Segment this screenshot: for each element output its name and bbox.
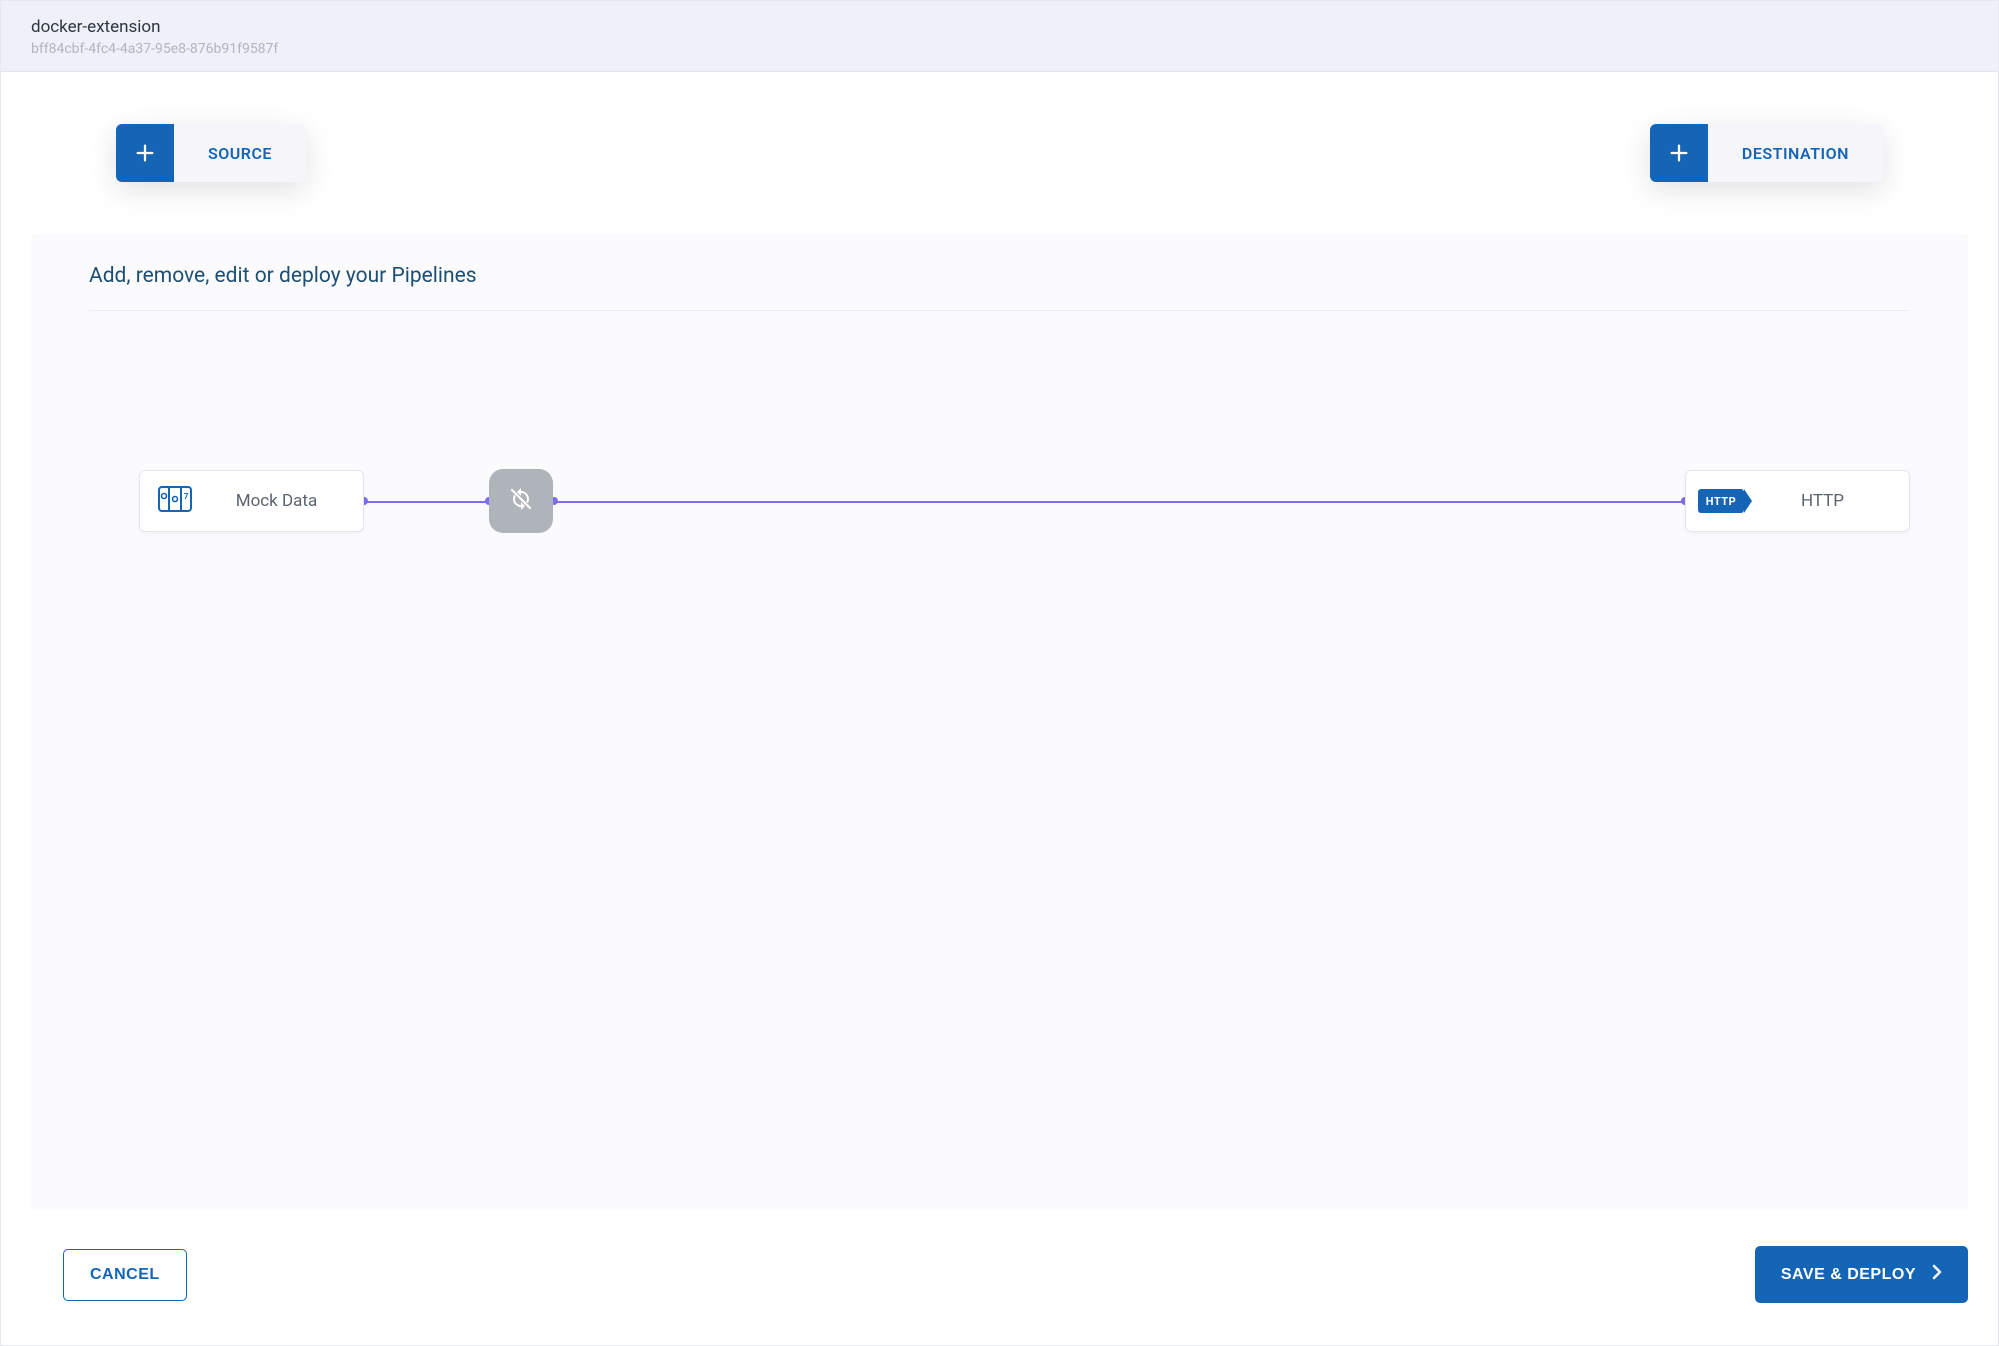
pipeline-edge bbox=[554, 501, 1685, 503]
plus-icon bbox=[116, 124, 174, 182]
save-deploy-label: SAVE & DEPLOY bbox=[1781, 1266, 1916, 1284]
pipeline-canvas: 7 Mock Data HTTP bbox=[89, 331, 1910, 671]
add-source-button[interactable]: SOURCE bbox=[116, 124, 306, 182]
chevron-right-icon bbox=[1932, 1264, 1942, 1285]
footer: CANCEL SAVE & DEPLOY bbox=[1, 1210, 1998, 1345]
add-destination-button[interactable]: DESTINATION bbox=[1650, 124, 1883, 182]
sync-disabled-icon bbox=[509, 487, 533, 515]
pipeline-destination-node[interactable]: HTTP HTTP bbox=[1685, 470, 1910, 532]
pipeline-edge bbox=[364, 501, 489, 503]
pipeline-transform-node[interactable] bbox=[489, 469, 553, 533]
pipeline-source-node[interactable]: 7 Mock Data bbox=[139, 470, 364, 532]
pipelines-panel: Add, remove, edit or deploy your Pipelin… bbox=[31, 234, 1968, 1210]
plus-icon bbox=[1650, 124, 1708, 182]
cancel-button[interactable]: CANCEL bbox=[63, 1249, 187, 1301]
add-destination-label: DESTINATION bbox=[1708, 144, 1883, 163]
pipeline-destination-label: HTTP bbox=[1756, 491, 1909, 511]
save-deploy-button[interactable]: SAVE & DEPLOY bbox=[1755, 1246, 1968, 1303]
svg-text:7: 7 bbox=[184, 492, 189, 501]
toolbar: SOURCE DESTINATION bbox=[1, 72, 1998, 182]
pipeline-source-label: Mock Data bbox=[210, 491, 363, 511]
http-icon: HTTP bbox=[1698, 489, 1744, 513]
page-subtitle-uuid: bff84cbf-4fc4-4a37-95e8-876b91f9587f bbox=[31, 41, 1968, 57]
add-source-label: SOURCE bbox=[174, 144, 306, 163]
page-header: docker-extension bff84cbf-4fc4-4a37-95e8… bbox=[1, 1, 1998, 72]
pipelines-panel-title: Add, remove, edit or deploy your Pipelin… bbox=[89, 264, 1910, 311]
page-title: docker-extension bbox=[31, 17, 1968, 37]
mock-data-icon: 7 bbox=[158, 486, 192, 516]
